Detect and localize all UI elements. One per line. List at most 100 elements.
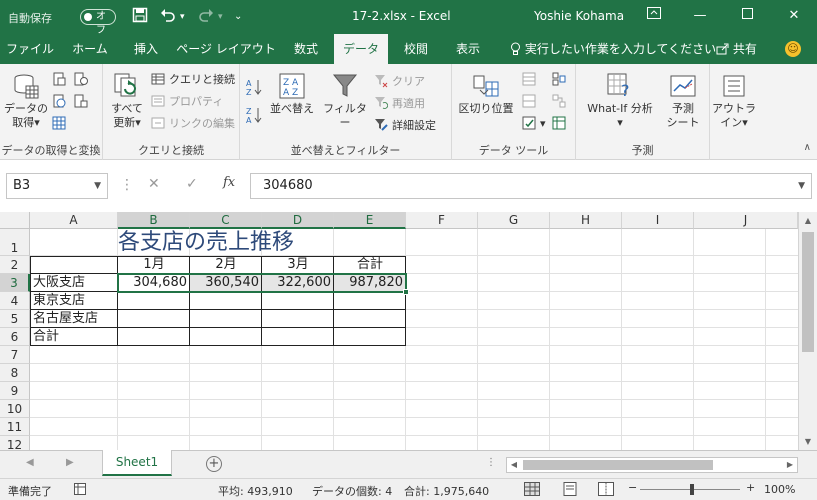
flash-fill-button[interactable] <box>522 72 540 87</box>
undo-dropdown-icon[interactable]: ▾ <box>180 7 185 27</box>
cell-a3[interactable]: 大阪支店 <box>30 274 118 292</box>
share-button[interactable]: 共有 <box>716 34 757 64</box>
ribbon-display-options-icon[interactable] <box>642 5 666 27</box>
row-header-12[interactable]: 12 <box>0 436 30 450</box>
get-data-button[interactable]: データの 取得▾ <box>4 72 48 130</box>
row-header-8[interactable]: 8 <box>0 364 30 382</box>
redo-icon[interactable] <box>198 7 214 28</box>
tab-file[interactable]: ファイル <box>2 34 58 64</box>
formula-bar-grip-icon[interactable]: ⋮ <box>120 177 134 193</box>
sheet-title-cell[interactable]: 各支店の売上推移 <box>118 230 334 256</box>
filter-button[interactable]: フィルター <box>320 72 370 130</box>
text-to-columns-button[interactable]: 区切り位置 <box>456 72 516 116</box>
outline-button[interactable]: アウトラ イン▾ <box>712 72 756 130</box>
tab-home[interactable]: ホーム <box>62 34 118 64</box>
undo-icon[interactable] <box>160 7 176 28</box>
clear-button[interactable]: クリア <box>374 74 425 89</box>
cell-d2[interactable]: 3月 <box>262 256 334 274</box>
row-header-1[interactable]: 1 <box>0 229 30 256</box>
sort-descending-button[interactable]: ZA <box>246 106 262 128</box>
autosave-toggle[interactable]: オフ <box>80 9 116 36</box>
fill-handle[interactable] <box>403 289 409 295</box>
row-header-7[interactable]: 7 <box>0 346 30 364</box>
refresh-all-button[interactable]: すべて 更新▾ <box>107 72 147 130</box>
add-sheet-icon[interactable]: + <box>206 456 222 472</box>
consolidate-button[interactable] <box>552 72 570 87</box>
collapse-ribbon-icon[interactable]: ∧ <box>804 142 811 153</box>
column-header-f[interactable]: F <box>406 212 478 229</box>
from-text-button[interactable] <box>52 72 70 87</box>
column-header-i[interactable]: I <box>622 212 694 229</box>
tab-split-icon[interactable]: ⋮ <box>486 457 496 468</box>
tab-data[interactable]: データ <box>334 34 388 64</box>
tab-insert[interactable]: 挿入 <box>122 34 170 64</box>
redo-dropdown-icon[interactable]: ▾ <box>218 7 223 27</box>
reapply-button[interactable]: 再適用 <box>374 96 425 111</box>
what-if-analysis-button[interactable]: ? What-If 分析 ▾ <box>582 72 658 130</box>
tab-formulas[interactable]: 数式 <box>282 34 330 64</box>
close-icon[interactable]: ✕ <box>782 5 806 27</box>
tab-page-layout[interactable]: ページ レイアウト <box>174 34 278 64</box>
status-average[interactable]: 平均: 493,910 <box>218 483 293 499</box>
row-header-5[interactable]: 5 <box>0 310 30 328</box>
cell-b2[interactable]: 1月 <box>118 256 190 274</box>
sort-ascending-button[interactable]: AZ <box>246 78 262 100</box>
save-icon[interactable] <box>132 7 148 28</box>
zoom-level[interactable]: 100% <box>764 483 795 496</box>
from-recent-sources-button[interactable] <box>74 72 92 87</box>
column-header-b[interactable]: B <box>118 212 190 229</box>
existing-connections-button[interactable] <box>74 94 92 109</box>
customize-qat-icon[interactable]: ⌄ <box>234 7 242 27</box>
cell-e2[interactable]: 合計 <box>334 256 406 274</box>
from-table-button[interactable] <box>52 116 70 131</box>
worksheet-grid[interactable]: A B C D E F G H I J 1 2 3 4 5 6 7 8 9 10… <box>0 212 817 450</box>
manage-data-model-button[interactable] <box>552 116 570 131</box>
forecast-sheet-button[interactable]: 予測 シート <box>662 72 704 130</box>
vertical-scrollbar[interactable]: ▲ ▼ <box>798 212 817 450</box>
row-header-6[interactable]: 6 <box>0 328 30 346</box>
queries-connections-button[interactable]: クエリと接続 <box>151 72 235 87</box>
sort-button[interactable]: Z AA Z 並べ替え <box>268 72 316 116</box>
status-sum[interactable]: 合計: 1,975,640 <box>404 483 489 499</box>
from-web-button[interactable] <box>52 94 70 109</box>
column-header-e[interactable]: E <box>334 212 406 229</box>
zoom-out-icon[interactable]: − <box>628 481 637 494</box>
scroll-thumb[interactable] <box>802 232 814 352</box>
zoom-slider-thumb[interactable] <box>690 484 694 495</box>
advanced-filter-button[interactable]: 詳細設定 <box>374 118 436 133</box>
properties-button[interactable]: プロパティ <box>151 94 223 109</box>
status-count[interactable]: データの個数: 4 <box>312 483 392 499</box>
row-header-4[interactable]: 4 <box>0 292 30 310</box>
page-layout-view-icon[interactable] <box>562 482 578 499</box>
zoom-in-icon[interactable]: + <box>746 481 755 494</box>
edit-links-button[interactable]: リンクの編集 <box>151 116 235 131</box>
scroll-left-icon[interactable]: ◀ <box>507 458 521 472</box>
minimize-icon[interactable]: — <box>688 5 712 27</box>
cell-a5[interactable]: 名古屋支店 <box>30 310 118 328</box>
select-all-corner[interactable] <box>0 212 30 229</box>
column-header-d[interactable]: D <box>262 212 334 229</box>
row-header-2[interactable]: 2 <box>0 256 30 274</box>
column-header-g[interactable]: G <box>478 212 550 229</box>
tell-me-box[interactable]: 実行したい作業を入力してください <box>510 34 716 64</box>
row-header-3[interactable]: 3 <box>0 274 30 292</box>
normal-view-icon[interactable] <box>524 482 540 499</box>
column-header-h[interactable]: H <box>550 212 622 229</box>
previous-sheet-icon[interactable]: ◀ <box>26 457 34 468</box>
cancel-icon[interactable]: ✕ <box>148 176 160 192</box>
maximize-icon[interactable] <box>735 5 759 27</box>
scroll-down-icon[interactable]: ▼ <box>799 433 817 450</box>
relationships-button[interactable] <box>552 94 570 109</box>
page-break-view-icon[interactable] <box>598 482 614 499</box>
column-header-a[interactable]: A <box>30 212 118 229</box>
tab-view[interactable]: 表示 <box>444 34 492 64</box>
row-header-11[interactable]: 11 <box>0 418 30 436</box>
scroll-right-icon[interactable]: ▶ <box>783 458 797 472</box>
cell-a4[interactable]: 東京支店 <box>30 292 118 310</box>
column-header-j[interactable]: J <box>694 212 798 229</box>
column-header-c[interactable]: C <box>190 212 262 229</box>
scroll-thumb[interactable] <box>523 460 713 470</box>
data-validation-button[interactable]: ▾ <box>522 116 546 131</box>
cell-c2[interactable]: 2月 <box>190 256 262 274</box>
enter-icon[interactable]: ✓ <box>186 176 198 192</box>
